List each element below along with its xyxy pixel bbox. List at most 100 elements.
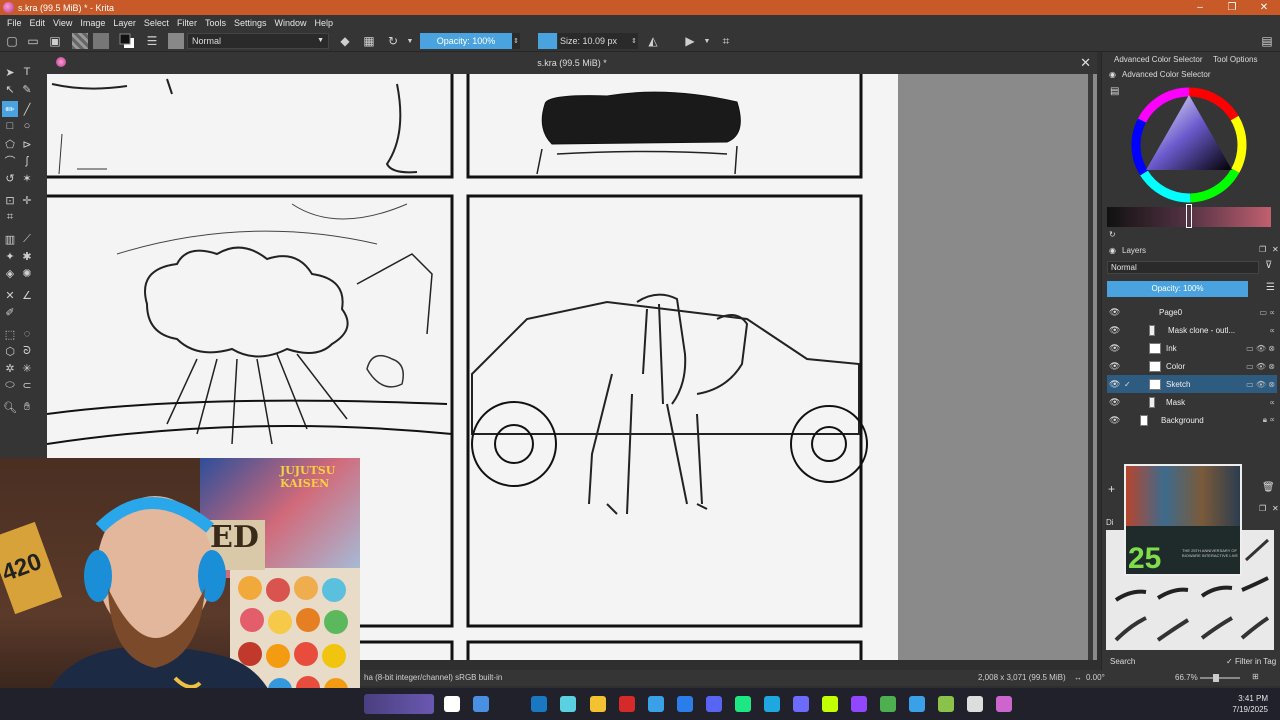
brush-settings-icon[interactable]: ☰ bbox=[145, 33, 159, 49]
creative-app-icon[interactable] bbox=[822, 696, 838, 712]
size-spin-icon[interactable]: ⇕ bbox=[630, 33, 638, 49]
open-folder-icon[interactable]: ▭ bbox=[26, 33, 40, 49]
reload-preset-icon[interactable]: ↻ bbox=[386, 33, 400, 49]
edge-browser-icon[interactable] bbox=[531, 696, 547, 712]
zoom-status[interactable]: 66.7% bbox=[1175, 673, 1198, 682]
multibrush-tool-icon[interactable]: ✶ bbox=[19, 170, 35, 186]
smart-patch-tool-icon[interactable]: ✱ bbox=[19, 248, 35, 264]
close-brush-dock-icon[interactable]: ✕ bbox=[1272, 504, 1279, 513]
similar-selection-tool-icon[interactable]: ✳ bbox=[19, 360, 35, 376]
menu-view[interactable]: View bbox=[49, 18, 76, 28]
minimize-button[interactable]: – bbox=[1184, 0, 1216, 15]
visibility-eye-icon[interactable]: 👁︎ bbox=[1109, 361, 1120, 372]
freehand-path-tool-icon[interactable]: ʃ bbox=[19, 153, 35, 169]
polygon-tool-icon[interactable]: ⬠ bbox=[2, 136, 18, 152]
layer-flags[interactable]: ▭ 👁︎ ⊗ bbox=[1246, 362, 1275, 371]
close-dock-icon[interactable]: ✕ bbox=[1272, 245, 1279, 254]
filter-in-tag-checkbox[interactable]: ✓ Filter in Tag bbox=[1226, 657, 1276, 666]
close-document-icon[interactable]: ✕ bbox=[1080, 55, 1091, 71]
layer-flags[interactable]: ∝ bbox=[1269, 398, 1275, 407]
fill-tool-icon[interactable]: ◈ bbox=[2, 265, 18, 281]
layer-row-selected[interactable]: 👁︎ ✓ Sketch ▭ 👁︎ ⊗ bbox=[1107, 375, 1277, 393]
visibility-eye-icon[interactable]: 👁︎ bbox=[1109, 343, 1120, 354]
assistant-tool-icon[interactable]: ✕ bbox=[2, 287, 18, 303]
freehand-selection-tool-icon[interactable]: ᘐ bbox=[19, 343, 35, 359]
layer-row[interactable]: 👁︎ Mask clone - outl... ∝ bbox=[1107, 321, 1277, 339]
polyline-tool-icon[interactable]: ⊳ bbox=[19, 136, 35, 152]
calligraphy-tool-icon[interactable]: ✎ bbox=[19, 81, 35, 97]
maximize-button[interactable]: ❐ bbox=[1216, 0, 1248, 15]
menu-tools[interactable]: Tools bbox=[201, 18, 230, 28]
document-tab-title[interactable]: s.kra (99.5 MiB) * bbox=[47, 58, 1097, 68]
menu-select[interactable]: Select bbox=[140, 18, 173, 28]
layer-flags[interactable]: ▭ 👁︎ ⊗ bbox=[1246, 344, 1275, 353]
news-icon[interactable] bbox=[764, 696, 780, 712]
layer-flags[interactable]: ▭ ∝ bbox=[1260, 308, 1276, 317]
obs-icon[interactable] bbox=[909, 696, 925, 712]
delete-layer-icon[interactable]: 🗑︎ bbox=[1262, 482, 1275, 493]
add-layer-icon[interactable]: + bbox=[1108, 482, 1115, 496]
visibility-eye-icon[interactable]: 👁︎ bbox=[1109, 379, 1120, 390]
mail-icon[interactable] bbox=[677, 696, 693, 712]
layer-blend-select[interactable]: Normal bbox=[1107, 261, 1259, 274]
menu-settings[interactable]: Settings bbox=[230, 18, 271, 28]
lock-icon[interactable]: 🔒︎ ∝ bbox=[1263, 415, 1275, 425]
contiguous-selection-tool-icon[interactable]: ✲ bbox=[2, 360, 18, 376]
new-document-icon[interactable]: ▢ bbox=[5, 33, 19, 49]
float-dock-icon[interactable]: ❐ bbox=[1259, 245, 1266, 254]
pan-tool-icon[interactable]: ✋︎ bbox=[19, 399, 35, 415]
reference-tool-icon[interactable]: ✐ bbox=[2, 304, 18, 320]
mirror-vertical-icon[interactable]: ▶ bbox=[682, 33, 698, 49]
brush-preset-icon[interactable] bbox=[168, 33, 184, 49]
taskbar-widget-icon[interactable] bbox=[364, 694, 434, 714]
colorize-mask-tool-icon[interactable]: ✦ bbox=[2, 248, 18, 264]
reload-chevron-icon[interactable]: ▼ bbox=[405, 33, 415, 49]
active-check-icon[interactable]: ✓ bbox=[1124, 380, 1131, 389]
move-tool-icon[interactable]: ✛ bbox=[19, 192, 35, 208]
visibility-eye-icon[interactable]: 👁︎ bbox=[1109, 397, 1120, 408]
bezier-selection-tool-icon[interactable]: ⬭ bbox=[2, 377, 18, 393]
layer-row[interactable]: 👁︎ Page0 ▭ ∝ bbox=[1107, 303, 1277, 321]
menu-edit[interactable]: Edit bbox=[26, 18, 50, 28]
mirror-chevron-icon[interactable]: ▼ bbox=[702, 33, 712, 49]
visibility-eye-icon[interactable]: 👁︎ bbox=[1109, 307, 1120, 318]
brush-search-input[interactable]: Search bbox=[1110, 657, 1135, 666]
mirror-horizontal-icon[interactable]: ◭ bbox=[645, 33, 661, 49]
wrap-around-icon[interactable]: ⌗ bbox=[718, 33, 734, 49]
tab-tool-options[interactable]: Tool Options bbox=[1213, 55, 1257, 64]
save-icon[interactable]: ▣ bbox=[48, 33, 62, 49]
color-history-icon[interactable]: ▤ bbox=[1110, 86, 1119, 97]
photos-icon[interactable] bbox=[648, 696, 664, 712]
hulu-icon[interactable] bbox=[735, 696, 751, 712]
brush-presets-tab-label[interactable]: Di bbox=[1106, 518, 1114, 527]
workspace-icon[interactable]: ▤ bbox=[1259, 33, 1275, 49]
spreadsheet-icon[interactable] bbox=[880, 696, 896, 712]
menu-filter[interactable]: Filter bbox=[173, 18, 201, 28]
menu-image[interactable]: Image bbox=[76, 18, 109, 28]
blend-mode-select[interactable]: Normal ▼ bbox=[187, 33, 329, 49]
color-shade-marker[interactable] bbox=[1186, 204, 1192, 228]
file-explorer-icon[interactable] bbox=[560, 696, 576, 712]
dynamic-brush-tool-icon[interactable]: ↺ bbox=[2, 170, 18, 186]
menu-layer[interactable]: Layer bbox=[109, 18, 140, 28]
settings-gear-icon[interactable] bbox=[967, 696, 983, 712]
enclose-fill-tool-icon[interactable]: ✺ bbox=[19, 265, 35, 281]
text-tool-icon[interactable]: T bbox=[19, 64, 35, 80]
opacity-spin-icon[interactable]: ⇕ bbox=[512, 33, 520, 49]
rotation-status[interactable]: 0.00° bbox=[1086, 673, 1105, 682]
pattern-preset-icon[interactable] bbox=[93, 33, 109, 49]
transform-tool-icon[interactable]: ⊡ bbox=[2, 192, 18, 208]
close-window-button[interactable]: ✕ bbox=[1248, 0, 1280, 15]
visibility-eye-icon[interactable]: 👁︎ bbox=[1109, 325, 1120, 336]
layers-menu-icon[interactable]: ☰ bbox=[1266, 282, 1275, 293]
visibility-eye-icon[interactable]: 👁︎ bbox=[1109, 415, 1120, 426]
crop-tool-icon[interactable]: ⌗ bbox=[2, 209, 18, 225]
ellipse-tool-icon[interactable]: ○ bbox=[19, 118, 35, 134]
gradient-tool-icon[interactable]: ▥ bbox=[2, 231, 18, 247]
polygonal-selection-tool-icon[interactable]: ⬡ bbox=[2, 343, 18, 359]
tab-advanced-color-selector[interactable]: Advanced Color Selector bbox=[1114, 55, 1203, 64]
layer-row[interactable]: 👁︎ Background 🔒︎ ∝ bbox=[1107, 411, 1277, 429]
color-wheel[interactable] bbox=[1124, 80, 1254, 210]
zoom-slider[interactable] bbox=[1200, 677, 1240, 679]
refresh-icon[interactable]: ↻ bbox=[1109, 230, 1116, 239]
